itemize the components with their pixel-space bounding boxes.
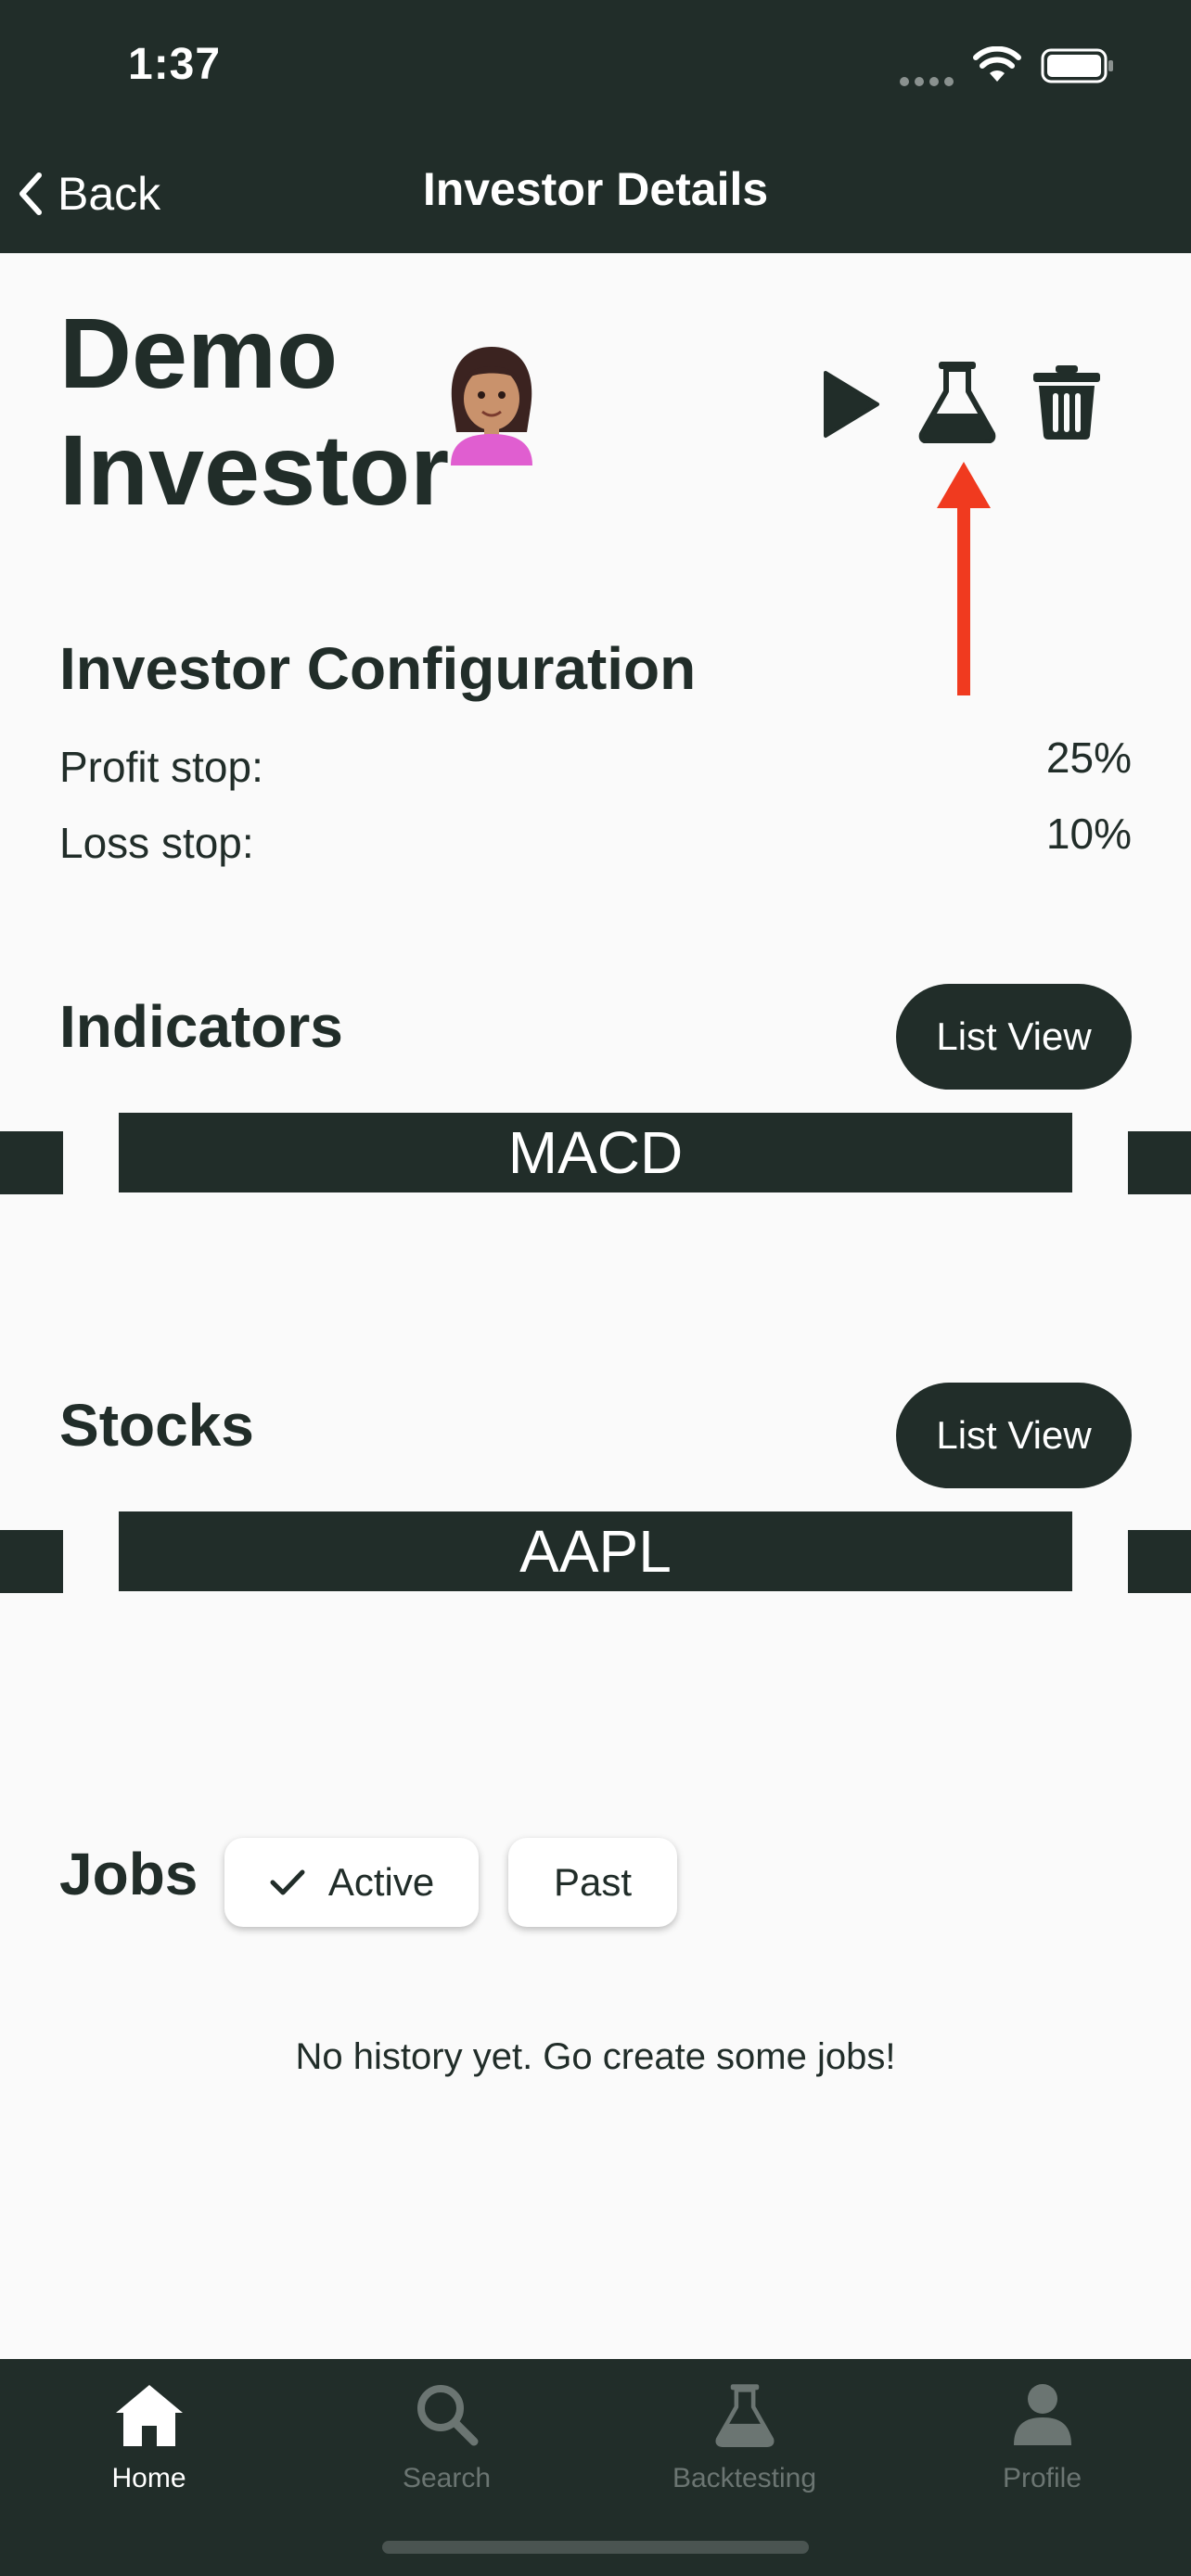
config-label: Profit stop:	[59, 743, 263, 791]
jobs-empty-message: No history yet. Go create some jobs!	[295, 2036, 896, 2077]
indicator-item-macd[interactable]: MACD	[119, 1113, 1072, 1192]
stock-item-aapl[interactable]: AAPL	[119, 1511, 1072, 1591]
investor-name: Demo Investor	[59, 295, 458, 529]
carousel-next-edge	[1128, 1131, 1191, 1194]
investor-name-line1: Demo	[59, 297, 339, 409]
jobs-title: Jobs	[59, 1841, 198, 1907]
play-icon[interactable]	[820, 369, 881, 440]
home-icon	[115, 2385, 183, 2446]
checkmark-icon	[270, 1869, 305, 1895]
navigation-bar: Back Investor Details	[0, 134, 1191, 253]
stocks-list-view-button[interactable]: List View	[896, 1383, 1132, 1488]
flask-icon[interactable]	[918, 360, 996, 443]
tab-label: Home	[111, 2463, 186, 2493]
tab-home[interactable]: Home	[0, 2359, 298, 2526]
battery-icon	[1041, 48, 1113, 83]
tab-label: Search	[402, 2463, 492, 2493]
config-row-profit-stop: Profit stop: 25%	[59, 733, 1132, 792]
tab-label: Backtesting	[672, 2463, 817, 2493]
avatar	[451, 347, 532, 465]
status-time: 1:37	[128, 40, 222, 89]
search-icon	[416, 2385, 478, 2446]
wifi-icon	[973, 46, 1021, 82]
config-value: 10%	[1045, 810, 1132, 858]
carousel-next-edge	[1128, 1530, 1191, 1593]
jobs-filter-past[interactable]: Past	[508, 1838, 677, 1927]
config-label: Loss stop:	[59, 819, 254, 867]
tab-profile[interactable]: Profile	[893, 2359, 1191, 2526]
carousel-previous-edge	[0, 1131, 63, 1194]
annotation-arrow-icon	[937, 462, 991, 695]
stocks-title: Stocks	[59, 1392, 254, 1459]
page-title: Investor Details	[422, 163, 769, 215]
tab-backtesting[interactable]: Backtesting	[596, 2359, 893, 2526]
jobs-filter-active[interactable]: Active	[224, 1838, 479, 1927]
status-bar: 1:37	[0, 0, 1191, 134]
home-indicator	[382, 2541, 809, 2554]
flask-icon	[715, 2384, 774, 2447]
filter-label: Active	[327, 1860, 435, 1904]
config-row-loss-stop: Loss stop: 10%	[59, 810, 1132, 868]
indicators-title: Indicators	[59, 993, 343, 1060]
carousel-previous-edge	[0, 1530, 63, 1593]
filter-label: Past	[553, 1860, 633, 1904]
configuration-title: Investor Configuration	[59, 635, 697, 702]
config-value: 25%	[1045, 733, 1132, 782]
person-icon	[1013, 2384, 1071, 2445]
trash-icon[interactable]	[1031, 363, 1102, 441]
signal-icon	[900, 74, 959, 91]
tab-label: Profile	[1002, 2463, 1082, 2493]
indicators-list-view-button[interactable]: List View	[896, 984, 1132, 1090]
investor-name-line2: Investor	[59, 414, 450, 526]
tab-search[interactable]: Search	[298, 2359, 596, 2526]
